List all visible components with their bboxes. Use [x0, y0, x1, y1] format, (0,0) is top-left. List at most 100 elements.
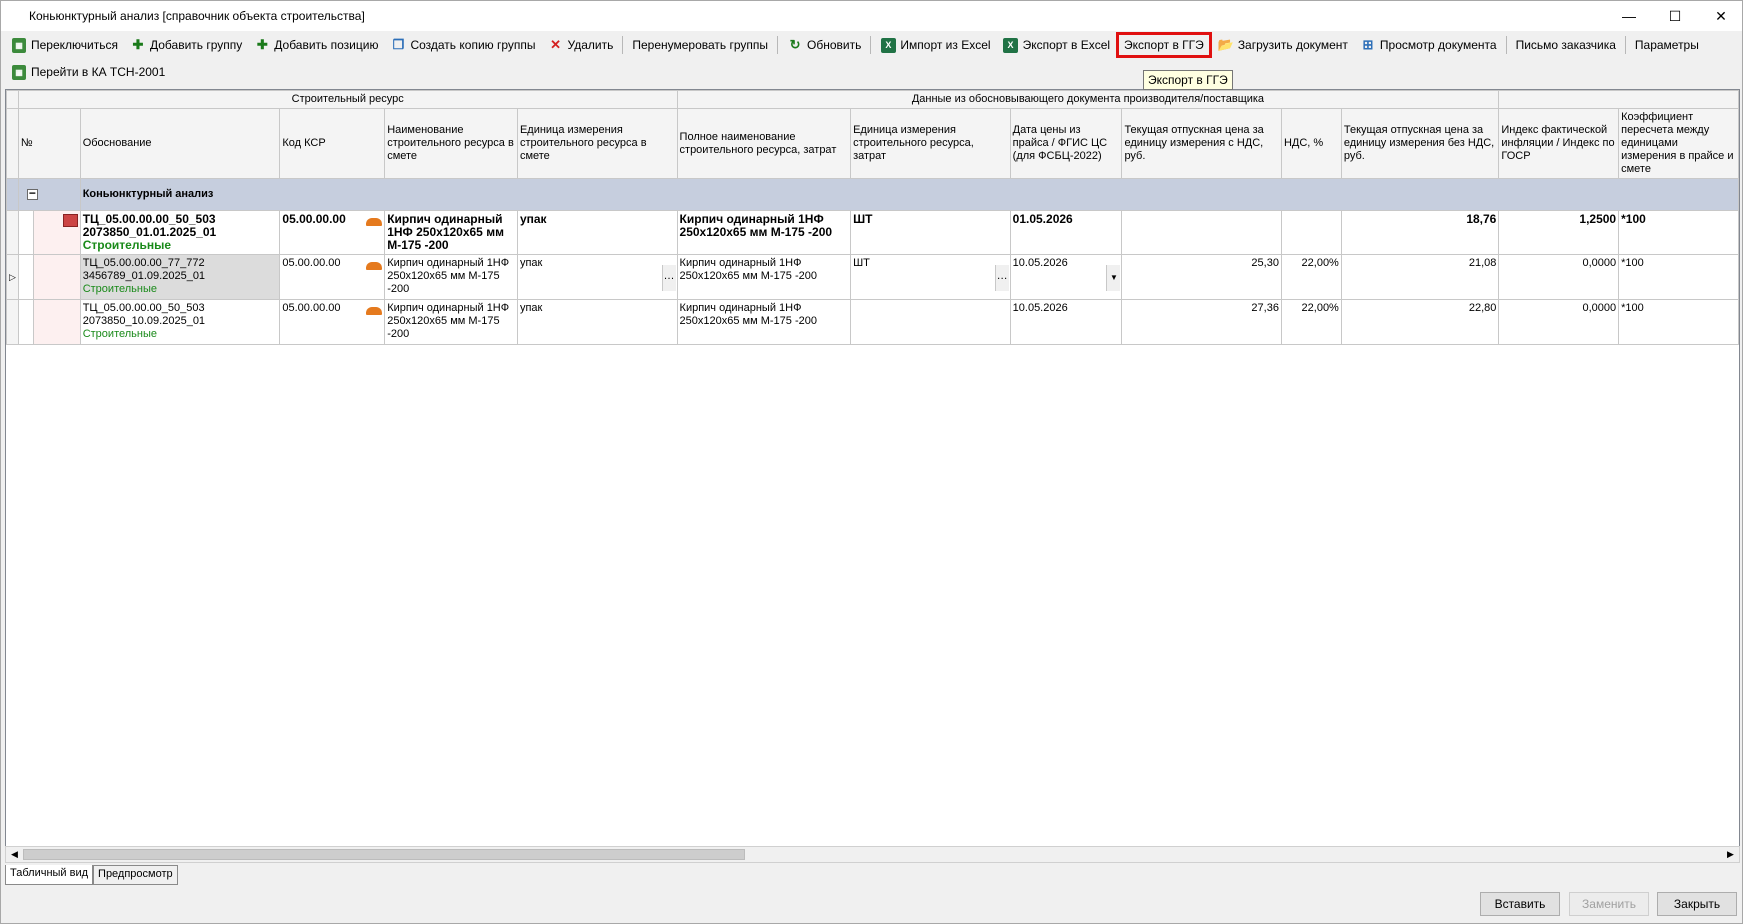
ellipsis-button[interactable]: … — [661, 265, 676, 291]
col-header-price-vat[interactable]: Текущая отпускная цена за единицу измере… — [1121, 108, 1282, 179]
table-row[interactable]: ТЦ_05.00.00.00_50_503 2073850_10.09.2025… — [6, 299, 1739, 345]
calculator-icon: ▦ — [11, 64, 27, 80]
tab-preview[interactable]: Предпросмотр — [93, 865, 178, 885]
resource-unit[interactable]: упак — [516, 210, 678, 255]
close-button[interactable]: Закрыть — [1657, 892, 1737, 916]
delete-label: Удалить — [567, 38, 614, 52]
excel-icon: X — [1003, 37, 1019, 53]
export-gge-label: Экспорт в ГГЭ — [1124, 38, 1204, 52]
inflation-index[interactable]: 0,0000 — [1498, 299, 1620, 345]
plus-icon: ✚ — [132, 37, 144, 52]
scrollbar-thumb[interactable] — [23, 849, 745, 860]
resource-name[interactable]: Кирпич одинарный 1НФ 250х120х65 мм М-175… — [384, 299, 518, 345]
resource-fullname[interactable]: Кирпич одинарный 1НФ 250х120х65 мм М-175… — [676, 210, 852, 255]
price-date[interactable]: 01.05.2026 — [1009, 210, 1123, 255]
conversion-coef[interactable]: *100 — [1618, 210, 1739, 255]
brick-icon — [366, 307, 383, 315]
ksr-code: 05.00.00.00 — [282, 257, 341, 269]
col-header-price-novat[interactable]: Текущая отпускная цена за единицу измере… — [1340, 108, 1500, 179]
col-header-coef[interactable]: Коэффициент пересчета между единицами из… — [1618, 108, 1739, 179]
data-grid[interactable]: Строительный ресурс Данные из обосновыва… — [5, 89, 1740, 847]
switch-button[interactable]: ▦ Переключиться — [5, 34, 124, 56]
vat-percent[interactable]: 22,00% — [1280, 254, 1342, 300]
tab-table-view[interactable]: Табличный вид — [5, 865, 94, 885]
window-title: Коньюнктурный анализ [справочник объекта… — [29, 9, 365, 23]
inflation-index[interactable]: 1,2500 — [1498, 210, 1620, 255]
resource-name[interactable]: Кирпич одинарный 1НФ 250х120х65 мм М-175… — [384, 254, 518, 300]
col-header-vat[interactable]: НДС, % — [1280, 108, 1342, 179]
preview-document-button[interactable]: ⊞ Просмотр документа — [1354, 34, 1503, 56]
export-excel-button[interactable]: X Экспорт в Excel — [997, 34, 1116, 56]
col-header-unit[interactable]: Единица измерения строительного ресурса … — [516, 108, 678, 179]
maximize-button[interactable]: ☐ — [1652, 1, 1698, 31]
band-header-row: Строительный ресурс Данные из обосновыва… — [6, 90, 1739, 109]
import-excel-button[interactable]: X Импорт из Excel — [874, 34, 996, 56]
refresh-button[interactable]: ↻ Обновить — [781, 34, 867, 56]
scroll-left-icon[interactable]: ◀ — [6, 847, 23, 862]
resource-name[interactable]: Кирпич одинарный 1НФ 250х120х65 мм М-175… — [384, 210, 518, 255]
import-excel-label: Импорт из Excel — [900, 38, 991, 52]
copy-icon: ❐ — [392, 37, 405, 52]
price-without-vat[interactable]: 18,76 — [1340, 210, 1500, 255]
column-header-row: № Обоснование Код КСР Наименование строи… — [6, 108, 1739, 179]
col-header-ksr[interactable]: Код КСР — [279, 108, 386, 179]
price-with-vat[interactable] — [1121, 210, 1282, 255]
tooltip: Экспорт в ГГЭ — [1143, 70, 1233, 90]
chevron-down-icon[interactable]: ▼ — [1106, 265, 1121, 291]
horizontal-scrollbar[interactable]: ◀ ▶ — [5, 846, 1740, 863]
copy-group-button[interactable]: ❐ Создать копию группы — [384, 34, 541, 56]
insert-button[interactable]: Вставить — [1480, 892, 1560, 916]
price-without-vat[interactable]: 22,80 — [1340, 299, 1500, 345]
title-bar: Коньюнктурный анализ [справочник объекта… — [1, 1, 1742, 31]
col-header-no[interactable]: № — [17, 108, 81, 179]
delete-button[interactable]: ✕ Удалить — [542, 34, 620, 56]
table-row[interactable]: ▷ ТЦ_05.00.00.00_77_772 3456789_01.09.20… — [6, 254, 1739, 300]
col-header-index[interactable]: Индекс фактической инфляции / Индекс по … — [1498, 108, 1620, 179]
renumber-groups-button[interactable]: Перенумеровать группы — [626, 34, 774, 56]
resource-unit[interactable]: упак — [516, 299, 678, 345]
export-excel-label: Экспорт в Excel — [1022, 38, 1111, 52]
excel-icon: X — [880, 37, 896, 53]
group-label: Коньюнктурный анализ — [79, 178, 1739, 211]
col-header-fullname[interactable]: Полное наименование строительного ресурс… — [676, 108, 852, 179]
collapse-toggle[interactable]: − — [26, 187, 38, 200]
resource-unit2[interactable] — [850, 299, 1011, 345]
ksr-code: 05.00.00.00 — [282, 302, 341, 314]
add-position-label: Добавить позицию — [274, 38, 379, 52]
add-position-button[interactable]: ✚ Добавить позицию — [248, 34, 384, 56]
price-with-vat[interactable]: 25,30 — [1121, 254, 1282, 300]
price-without-vat[interactable]: 21,08 — [1340, 254, 1500, 300]
export-gge-button[interactable]: Экспорт в ГГЭ — [1116, 32, 1212, 58]
col-header-date[interactable]: Дата цены из прайса / ФГИС ЦС (для ФСБЦ-… — [1009, 108, 1123, 179]
basis-line2: 3456789_01.09.2025_01 — [82, 270, 206, 282]
toolbar-separator — [777, 36, 779, 54]
customer-letter-button[interactable]: Письмо заказчика — [1510, 34, 1622, 56]
col-header-name[interactable]: Наименование строительного ресурса в сме… — [384, 108, 518, 179]
add-group-button[interactable]: ✚ Добавить группу — [124, 34, 248, 56]
close-window-button[interactable]: ✕ — [1698, 1, 1743, 31]
resource-unit2[interactable]: ШТ — [850, 210, 1011, 255]
resource-fullname[interactable]: Кирпич одинарный 1НФ 250х120х65 мм М-175… — [676, 299, 852, 345]
vat-percent[interactable] — [1280, 210, 1342, 255]
upload-document-button[interactable]: 📂 Загрузить документ — [1212, 34, 1354, 56]
col-header-basis[interactable]: Обоснование — [79, 108, 281, 179]
copy-group-label: Создать копию группы — [410, 38, 536, 52]
inflation-index[interactable]: 0,0000 — [1498, 254, 1620, 300]
conversion-coef[interactable]: *100 — [1618, 299, 1739, 345]
group-row[interactable]: − Коньюнктурный анализ — [6, 178, 1739, 211]
parameters-button[interactable]: Параметры — [1629, 34, 1705, 56]
row-selector-arrow: ▷ — [6, 254, 19, 300]
ellipsis-button[interactable]: … — [994, 265, 1009, 291]
goto-ka-tsn-button[interactable]: ▦ Перейти в КА ТСН-2001 — [5, 61, 171, 83]
col-header-unit2[interactable]: Единица измерения строительного ресурса,… — [850, 108, 1011, 179]
preview-document-label: Просмотр документа — [1379, 38, 1497, 52]
vat-percent[interactable]: 22,00% — [1280, 299, 1342, 345]
table-row[interactable]: ТЦ_05.00.00.00_50_503 2073850_01.01.2025… — [6, 210, 1739, 255]
scroll-right-icon[interactable]: ▶ — [1722, 847, 1739, 862]
resource-fullname[interactable]: Кирпич одинарный 1НФ 250х120х65 мм М-175… — [676, 254, 852, 300]
minimize-button[interactable]: — — [1606, 1, 1652, 31]
conversion-coef[interactable]: *100 — [1618, 254, 1739, 300]
price-with-vat[interactable]: 27,36 — [1121, 299, 1282, 345]
price-date[interactable]: 10.05.2026 — [1009, 299, 1123, 345]
replace-button[interactable]: Заменить — [1569, 892, 1649, 916]
